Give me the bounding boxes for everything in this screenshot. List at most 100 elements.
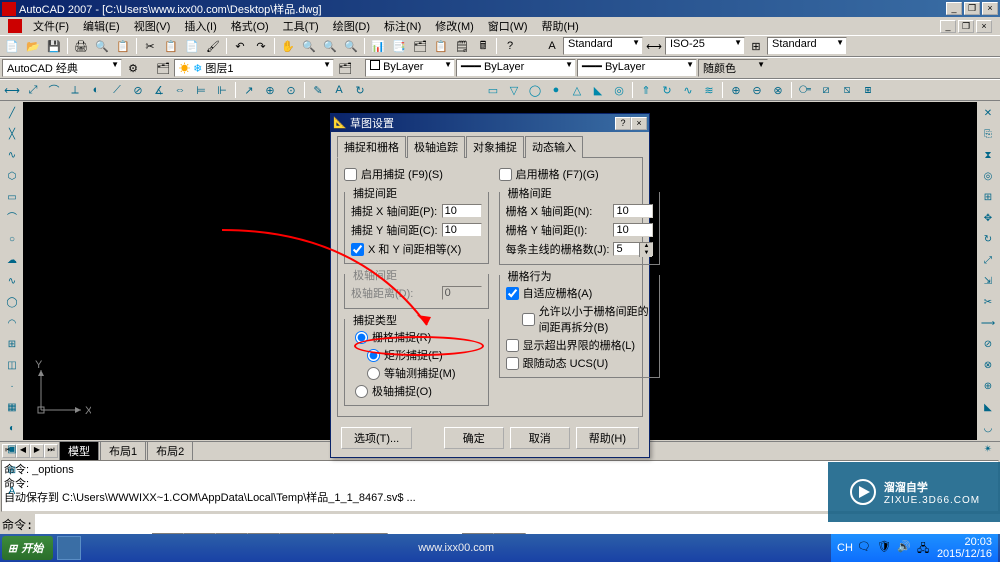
leader-icon[interactable]: ↗ — [239, 80, 259, 100]
trim-icon[interactable]: ✂ — [978, 293, 998, 313]
mdi-restore-button[interactable]: ❐ — [958, 20, 974, 33]
publish-icon[interactable]: 📋 — [113, 36, 133, 56]
table-icon[interactable]: ⊞ — [2, 461, 22, 481]
tool-palette-icon[interactable]: 🗂 — [410, 36, 430, 56]
menu-help[interactable]: 帮助(H) — [536, 17, 585, 35]
color-combo[interactable]: ByLayer — [365, 59, 455, 77]
options-button[interactable]: 选项(T)... — [341, 427, 412, 449]
solidedit-icon[interactable]: ⧆ — [858, 80, 878, 100]
mtext-icon[interactable]: A — [2, 482, 22, 502]
menu-modify[interactable]: 修改(M) — [429, 17, 480, 35]
extend-icon[interactable]: ⟶ — [978, 314, 998, 334]
dim-arc-icon[interactable]: ⌒ — [44, 80, 64, 100]
plotstyle-combo[interactable]: 随颜色 — [698, 59, 768, 77]
zoom-window-icon[interactable]: 🔍 — [320, 36, 340, 56]
move-icon[interactable]: ✥ — [978, 209, 998, 229]
menu-tools[interactable]: 工具(T) — [277, 17, 325, 35]
snap-enable-checkbox[interactable] — [344, 168, 357, 181]
loft-icon[interactable]: ≋ — [699, 80, 719, 100]
scale-icon[interactable]: ⤢ — [978, 251, 998, 271]
dim-ordinate-icon[interactable]: ⟂ — [65, 80, 85, 100]
break-point-icon[interactable]: ⊘ — [978, 335, 998, 355]
dim-diameter-icon[interactable]: ⊘ — [128, 80, 148, 100]
linetype-combo[interactable]: ━━━ ByLayer — [456, 59, 576, 77]
sheet-set-icon[interactable]: 📋 — [431, 36, 451, 56]
start-button[interactable]: ⊞ 开始 — [2, 536, 53, 560]
save-icon[interactable]: 💾 — [44, 36, 64, 56]
tab-osnap[interactable]: 对象捕捉 — [466, 136, 524, 158]
ellipse-icon[interactable]: ◯ — [2, 293, 22, 313]
open-icon[interactable]: 📂 — [23, 36, 43, 56]
tab-model[interactable]: 模型 — [59, 441, 99, 460]
lineweight-combo[interactable]: ━━━ ByLayer — [577, 59, 697, 77]
solids-wedge-icon[interactable]: ◣ — [588, 80, 608, 100]
tray-volume-icon[interactable]: 🔊 — [897, 540, 913, 556]
polygon-icon[interactable]: ⬡ — [2, 167, 22, 187]
redo-icon[interactable]: ↷ — [251, 36, 271, 56]
tab-snap-grid[interactable]: 捕捉和栅格 — [337, 136, 406, 158]
fillet-icon[interactable]: ◡ — [978, 419, 998, 439]
grid-enable-checkbox[interactable] — [499, 168, 512, 181]
grid-follow-ucs-checkbox[interactable] — [506, 357, 519, 370]
dc-icon[interactable]: 📑 — [389, 36, 409, 56]
xline-icon[interactable]: ╳ — [2, 125, 22, 145]
dialog-help-button[interactable]: ? — [615, 117, 631, 130]
dialog-close-button[interactable]: × — [631, 117, 647, 130]
new-icon[interactable]: 📄 — [2, 36, 22, 56]
snap-y-input[interactable] — [442, 223, 482, 237]
dim-quick-icon[interactable]: ⇔ — [170, 80, 190, 100]
section-icon[interactable]: ⧄ — [816, 80, 836, 100]
snap-equal-checkbox[interactable] — [351, 243, 364, 256]
offset-icon[interactable]: ◎ — [978, 167, 998, 187]
interfere-icon[interactable]: ⧅ — [837, 80, 857, 100]
tab-polar[interactable]: 极轴追踪 — [407, 136, 465, 158]
help-icon[interactable]: ? — [500, 36, 520, 56]
copy2-icon[interactable]: ⎘ — [978, 125, 998, 145]
explode-icon[interactable]: ✴ — [978, 440, 998, 460]
markup-icon[interactable]: 🗒 — [452, 36, 472, 56]
tray-icon-2[interactable]: 🛡 — [877, 540, 893, 556]
pline-icon[interactable]: ∿ — [2, 146, 22, 166]
layer-combo[interactable]: ☀ ❄ 图层1 — [174, 59, 334, 77]
copy-icon[interactable]: 📋 — [161, 36, 181, 56]
extrude-icon[interactable]: ⇑ — [636, 80, 656, 100]
menu-insert[interactable]: 插入(I) — [178, 17, 222, 35]
layer-prev-icon[interactable]: 🗂 — [335, 58, 355, 78]
tab-dyn[interactable]: 动态输入 — [525, 136, 583, 158]
snap-iso-radio[interactable] — [367, 367, 380, 380]
solids-cyl-icon[interactable]: ◯ — [525, 80, 545, 100]
tray-icon-1[interactable]: 🗨 — [857, 540, 873, 556]
line-icon[interactable]: ╱ — [2, 104, 22, 124]
grid-y-input[interactable] — [613, 223, 653, 237]
cancel-button[interactable]: 取消 — [510, 427, 570, 449]
menu-edit[interactable]: 编辑(E) — [77, 17, 126, 35]
union-icon[interactable]: ⊕ — [726, 80, 746, 100]
properties-icon[interactable]: 📊 — [368, 36, 388, 56]
mirror-icon[interactable]: ⧗ — [978, 146, 998, 166]
zoom-prev-icon[interactable]: 🔍 — [341, 36, 361, 56]
sweep-icon[interactable]: ∿ — [678, 80, 698, 100]
hatch-icon[interactable]: ▦ — [2, 398, 22, 418]
taskbar-app-autocad[interactable] — [57, 536, 81, 560]
cut-icon[interactable]: ✂ — [140, 36, 160, 56]
match-icon[interactable]: 🖌 — [203, 36, 223, 56]
erase-icon[interactable]: ✕ — [978, 104, 998, 124]
block-icon[interactable]: ◫ — [2, 356, 22, 376]
rotate-icon[interactable]: ↻ — [978, 230, 998, 250]
restore-button[interactable]: ❐ — [964, 2, 980, 15]
layer-mgr-icon[interactable]: 🗂 — [153, 58, 173, 78]
dim-style-icon[interactable]: ⟷ — [644, 36, 664, 56]
revolve-icon[interactable]: ↻ — [657, 80, 677, 100]
tray-network-icon[interactable]: 🖧 — [917, 540, 933, 556]
text-style-icon[interactable]: A — [542, 36, 562, 56]
menu-window[interactable]: 窗口(W) — [482, 17, 534, 35]
tab-layout1[interactable]: 布局1 — [100, 441, 146, 460]
center-mark-icon[interactable]: ⊙ — [281, 80, 301, 100]
snap-grid-radio[interactable] — [355, 331, 368, 344]
stretch-icon[interactable]: ⇲ — [978, 272, 998, 292]
tab-next-icon[interactable]: ▶ — [30, 444, 44, 458]
paste-icon[interactable]: 📄 — [182, 36, 202, 56]
dim-edit-icon[interactable]: ✎ — [308, 80, 328, 100]
break-icon[interactable]: ⊗ — [978, 356, 998, 376]
dim-update-icon[interactable]: ↻ — [350, 80, 370, 100]
